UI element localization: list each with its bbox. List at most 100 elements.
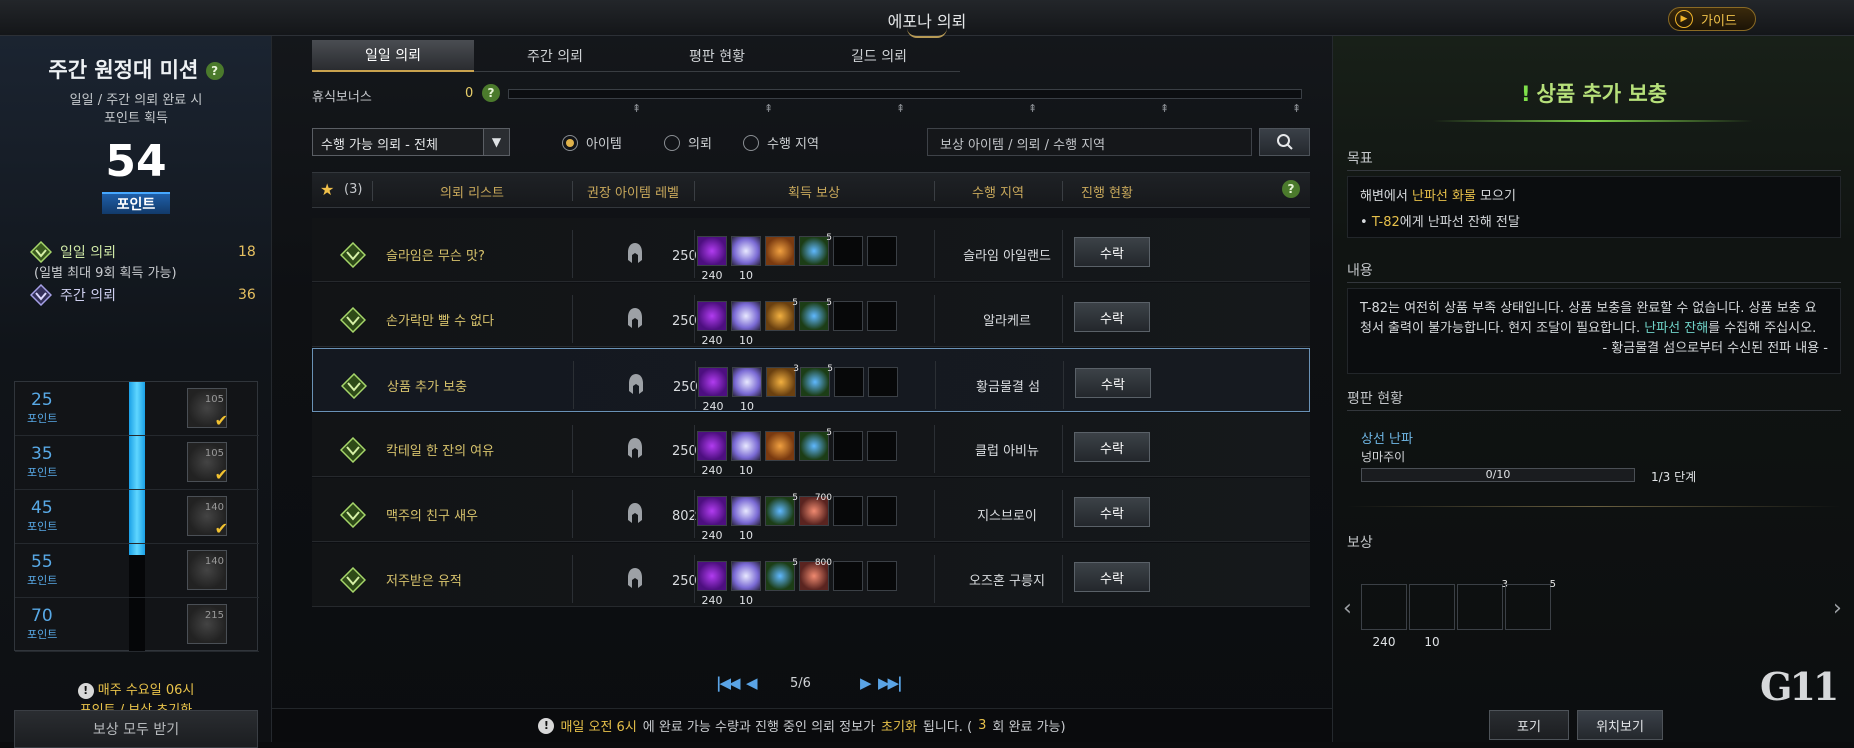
chevron-right-icon[interactable]: › — [1833, 596, 1842, 621]
favorite-star-icon[interactable]: ★ — [320, 180, 334, 199]
reward-orange-icon[interactable] — [765, 236, 795, 266]
row-divider — [1062, 425, 1063, 473]
reward-purple-icon[interactable]: 240 — [697, 561, 727, 607]
tab-item[interactable]: 길드 의뢰 — [798, 40, 960, 72]
accept-button[interactable]: 수락 — [1074, 237, 1150, 267]
tier-reward-chest-icon[interactable]: 215 — [187, 604, 227, 644]
rest-help-icon[interactable]: ? — [482, 84, 500, 102]
table-row[interactable]: 저주받은 유적 250 이상 240 10 5 800 오즈혼 구릉지 수락 — [312, 543, 1310, 607]
table-row[interactable]: 손가락만 빨 수 없다 250 이상 240 10 5 5 알라케르 수락 — [312, 283, 1310, 347]
quest-area: 클럽 아비뉴 — [975, 444, 1039, 459]
reward-gold-icon[interactable]: 5 — [765, 298, 798, 331]
title-glow-divider — [1433, 120, 1753, 122]
tier-reward-chest-icon[interactable]: 105 ✔ — [187, 388, 228, 430]
reward-dia-icon[interactable]: 10 — [731, 301, 761, 347]
row-divider — [572, 425, 573, 473]
radio-item-label: 아이템 — [586, 137, 622, 152]
last-page-icon[interactable]: ▶▶| — [878, 674, 903, 692]
reward-vial-icon[interactable]: 5 — [1505, 579, 1556, 630]
radio-item[interactable]: 아이템 — [562, 133, 622, 152]
content-highlight: 난파선 잔해 — [1644, 321, 1709, 336]
radio-area[interactable]: 수행 지역 — [743, 133, 819, 152]
tier-reward-chest-icon[interactable]: 105 ✔ — [187, 442, 228, 484]
weekly-mission-subtitle: 일일 / 주간 의뢰 완료 시 포인트 획득 — [0, 92, 272, 128]
chevron-down-icon[interactable]: ▼ — [483, 129, 509, 155]
reward-qty: 10 — [739, 594, 753, 607]
accept-button[interactable]: 수락 — [1074, 497, 1150, 527]
reward-vial-icon[interactable]: 5 — [799, 428, 832, 461]
accept-button[interactable]: 수락 — [1074, 302, 1150, 332]
row-divider — [1062, 555, 1063, 603]
reward-vial-icon[interactable]: 5 — [799, 233, 832, 266]
reward-gold-icon[interactable]: 3 — [1457, 579, 1508, 630]
progress-help-icon[interactable]: ? — [1282, 180, 1300, 198]
reward-dia-icon[interactable]: 10 — [731, 236, 761, 282]
reward-gold-icon[interactable]: 3 — [766, 364, 799, 397]
reward-purple-icon[interactable]: 240 — [697, 236, 727, 282]
reward-dia-icon[interactable]: 10 — [731, 496, 761, 542]
table-row[interactable]: 맥주의 친구 새우 802 이상 240 10 5 700 지스브로이 수락 — [312, 478, 1310, 542]
search-button[interactable] — [1259, 128, 1310, 156]
accept-button[interactable]: 수락 — [1074, 562, 1150, 592]
table-row[interactable]: 상품 추가 보충 250 이상 240 10 3 5 황금물결 섬 수락 — [312, 348, 1310, 413]
reward-purple-icon[interactable]: 240 — [1361, 584, 1407, 649]
footer-end: 회 완료 가능) — [992, 720, 1066, 735]
reward-purple-icon[interactable]: 240 — [697, 496, 727, 542]
tier-reward-chest-icon[interactable]: 140 — [187, 550, 227, 590]
daily-quest-value: 18 — [238, 244, 256, 260]
reward-vial-icon[interactable]: 5 — [799, 298, 832, 331]
abandon-button[interactable]: 포기 — [1489, 710, 1569, 740]
weekly-quest-row: 주간 의뢰 36 — [30, 284, 256, 306]
page-indicator: 5/6 — [790, 676, 811, 691]
radio-circle-icon — [562, 134, 578, 151]
header-quest-list: 의뢰 리스트 — [440, 186, 504, 201]
reward-purple-icon[interactable]: 240 — [697, 431, 727, 477]
reward-meat-icon[interactable]: 800 — [799, 558, 832, 591]
daily-quest-icon — [341, 373, 367, 399]
accept-button[interactable]: 수락 — [1074, 432, 1150, 462]
quest-filter-select[interactable]: 수행 가능 의뢰 - 전체 ▼ — [312, 128, 510, 156]
reward-meat-icon[interactable]: 700 — [799, 493, 832, 526]
table-row[interactable]: 슬라임은 무슨 맛? 250 이상 240 10 5 슬라임 아일랜드 수락 — [312, 218, 1310, 282]
prev-page-icon[interactable]: ◀ — [746, 674, 757, 692]
tab-item[interactable]: 주간 의뢰 — [474, 40, 636, 72]
reward-count: 5 — [792, 558, 798, 568]
weekly-quest-value: 36 — [238, 287, 256, 303]
tier-reward-qty: 215 — [204, 610, 224, 621]
content-label: 내용 — [1347, 263, 1373, 279]
daily-quest-icon — [340, 567, 366, 593]
reward-vial-icon[interactable]: 5 — [800, 364, 833, 397]
help-icon[interactable]: ? — [205, 62, 224, 80]
reward-vial-icon[interactable]: 5 — [765, 493, 798, 526]
first-page-icon[interactable]: |◀◀ — [716, 674, 741, 692]
tier-unit: 포인트 — [27, 520, 58, 533]
reward-dia-icon[interactable]: 10 — [731, 431, 761, 477]
reward-dia-icon[interactable]: 10 — [731, 561, 761, 607]
tab-item[interactable]: 일일 의뢰 — [312, 40, 474, 72]
row-divider — [572, 555, 573, 603]
tier-reward-chest-icon[interactable]: 140 ✔ — [187, 496, 228, 538]
goal-main: 해변에서 난파선 화물 모으기 — [1360, 187, 1828, 207]
next-page-icon[interactable]: ▶ — [860, 674, 871, 692]
table-row[interactable]: 칵테일 한 잔의 여유 250 이상 240 10 5 클럽 아비뉴 수락 — [312, 413, 1310, 477]
row-divider — [694, 490, 695, 538]
reward-dia-icon[interactable]: 10 — [1409, 584, 1455, 649]
chevron-left-icon[interactable]: ‹ — [1343, 596, 1352, 621]
claim-all-button[interactable]: 보상 모두 받기 — [14, 710, 258, 748]
reward-orange-icon[interactable] — [765, 431, 795, 461]
reward-dia-icon[interactable]: 10 — [732, 367, 762, 413]
rest-bonus-track — [508, 89, 1302, 99]
radio-quest[interactable]: 의뢰 — [664, 133, 712, 152]
reward-purple-icon[interactable]: 240 — [697, 301, 727, 347]
reward-empty-slot — [867, 496, 897, 526]
tier-points: 70 — [31, 606, 53, 626]
tab-item[interactable]: 평판 현황 — [636, 40, 798, 72]
point-tier: 70 포인트 215 — [15, 598, 259, 652]
guide-button[interactable]: ▶ 가이드 — [1668, 7, 1756, 31]
reward-vial-icon[interactable]: 5 — [765, 558, 798, 591]
search-input[interactable]: 보상 아이템 / 의뢰 / 수행 지역 — [927, 128, 1252, 156]
reward-purple-icon[interactable]: 240 — [698, 367, 728, 413]
accept-button[interactable]: 수락 — [1075, 368, 1151, 398]
row-divider — [1062, 490, 1063, 538]
locate-button[interactable]: 위치보기 — [1577, 710, 1663, 740]
